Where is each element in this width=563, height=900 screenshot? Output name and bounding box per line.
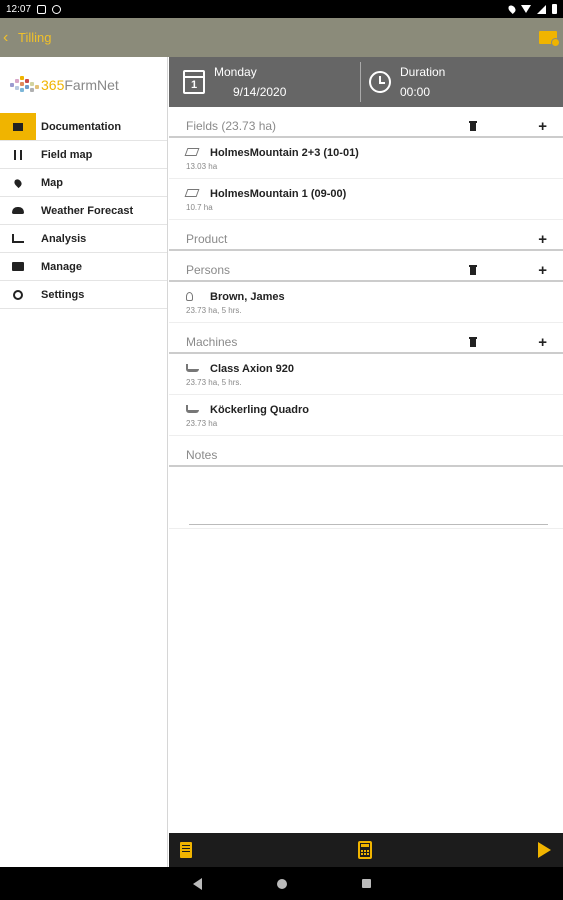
sidebar-item-map[interactable]: Map	[0, 169, 167, 197]
list-item[interactable]: Brown, James 23.73 ha, 5 hrs.	[169, 282, 563, 323]
delete-machines-icon[interactable]	[469, 337, 478, 347]
sidebar-item-label: Map	[41, 176, 63, 189]
add-product-icon[interactable]: +	[538, 232, 547, 247]
add-person-icon[interactable]: +	[538, 263, 547, 278]
persons-section-header: Persons +	[169, 251, 563, 282]
logo-mark-icon	[8, 74, 40, 96]
logo: 365FarmNet	[0, 57, 167, 113]
sidebar-item-label: Field map	[41, 148, 93, 161]
calendar-icon: 1	[183, 70, 205, 94]
notes-input[interactable]	[189, 523, 548, 525]
sync-icon	[52, 4, 62, 14]
sidebar-item-label: Documentation	[41, 120, 122, 133]
machine-name: Köckerling Quadro	[210, 404, 310, 416]
duration-value: 00:00	[400, 85, 431, 99]
sidebar: 365FarmNet Documentation Field map Map W…	[0, 57, 168, 867]
signal-icon	[537, 4, 546, 14]
app-title: Tilling	[18, 30, 52, 45]
app-bar: ‹ Tilling	[0, 18, 563, 57]
nav-home-icon[interactable]	[276, 878, 287, 889]
sidebar-item-documentation[interactable]: Documentation	[0, 113, 167, 141]
persons-title: Persons	[186, 263, 231, 277]
analysis-icon	[12, 234, 24, 243]
weather-icon	[12, 207, 24, 214]
person-summary: 23.73 ha, 5 hrs.	[186, 306, 242, 315]
status-bar: 12:07	[0, 0, 563, 18]
field-name: HolmesMountain 2+3 (10-01)	[210, 147, 359, 159]
person-icon	[186, 291, 193, 301]
sidebar-item-label: Weather Forecast	[41, 204, 134, 217]
documentation-panel: 1 Monday 9/14/2020 Duration 00:00 Fields…	[169, 57, 563, 833]
product-section-header: Product +	[169, 220, 563, 251]
day-label: Monday	[214, 65, 257, 79]
machines-section-header: Machines +	[169, 323, 563, 354]
notes-section-header: Notes	[169, 436, 563, 467]
notes-icon[interactable]	[180, 842, 192, 858]
list-item[interactable]: Köckerling Quadro 23.73 ha	[169, 395, 563, 436]
field-name: HolmesMountain 1 (09-00)	[210, 188, 347, 200]
duration-picker[interactable]: Duration 00:00	[361, 62, 445, 102]
machine-name: Class Axion 920	[210, 363, 294, 375]
duration-label: Duration	[400, 65, 446, 79]
notes-area	[169, 467, 563, 529]
clock-icon	[369, 71, 391, 93]
field-icon	[184, 189, 200, 197]
field-area: 10.7 ha	[186, 203, 213, 212]
date-duration-header: 1 Monday 9/14/2020 Duration 00:00	[169, 57, 563, 107]
product-title: Product	[186, 232, 228, 246]
person-name: Brown, James	[210, 291, 285, 303]
machine-summary: 23.73 ha	[186, 419, 218, 428]
logo-text-farmnet: FarmNet	[64, 77, 119, 93]
sidebar-item-label: Analysis	[41, 232, 87, 245]
add-field-icon[interactable]: +	[538, 119, 547, 134]
sidebar-item-field-map[interactable]: Field map	[0, 141, 167, 169]
delete-persons-icon[interactable]	[469, 265, 478, 275]
field-area: 13.03 ha	[186, 162, 218, 171]
play-icon[interactable]	[538, 842, 551, 858]
messages-icon[interactable]	[539, 31, 560, 47]
delete-fields-icon[interactable]	[469, 121, 478, 131]
sidebar-item-manage[interactable]: Manage	[0, 253, 167, 281]
logo-text-365: 365	[41, 77, 65, 93]
sidebar-item-label: Settings	[41, 288, 85, 301]
sidebar-item-label: Manage	[41, 260, 82, 273]
sidebar-item-settings[interactable]: Settings	[0, 281, 167, 309]
map-pin-icon	[12, 177, 24, 188]
date-value: 9/14/2020	[233, 85, 287, 99]
tractor-icon	[186, 405, 199, 413]
field-icon	[184, 148, 200, 156]
notes-title: Notes	[186, 448, 218, 462]
field-map-icon	[14, 149, 22, 160]
list-item[interactable]: HolmesMountain 2+3 (10-01) 13.03 ha	[169, 138, 563, 179]
list-item[interactable]: Class Axion 920 23.73 ha, 5 hrs.	[169, 354, 563, 395]
settings-icon	[13, 289, 23, 300]
date-picker[interactable]: 1 Monday 9/14/2020	[169, 62, 361, 102]
list-item[interactable]: HolmesMountain 1 (09-00) 10.7 ha	[169, 179, 563, 220]
bottom-action-bar	[169, 833, 563, 867]
fields-title: Fields (23.73 ha)	[186, 119, 277, 133]
folder-icon	[12, 262, 24, 271]
machine-summary: 23.73 ha, 5 hrs.	[186, 378, 242, 387]
sidebar-item-weather-forecast[interactable]: Weather Forecast	[0, 197, 167, 225]
calculator-icon[interactable]	[358, 841, 372, 859]
calendar-number: 1	[190, 79, 198, 91]
notification-icon	[37, 4, 47, 14]
tractor-icon	[186, 364, 199, 372]
sidebar-item-analysis[interactable]: Analysis	[0, 225, 167, 253]
machines-title: Machines	[186, 335, 238, 349]
location-icon	[507, 4, 517, 14]
status-time: 12:07	[6, 3, 32, 15]
back-button[interactable]: ‹	[0, 29, 16, 47]
fields-section-header: Fields (23.73 ha) +	[169, 107, 563, 138]
battery-icon	[552, 4, 557, 14]
nav-recents-icon[interactable]	[361, 879, 371, 888]
system-nav-bar	[0, 867, 563, 900]
wifi-icon	[521, 5, 531, 13]
add-machine-icon[interactable]: +	[538, 335, 547, 350]
documentation-icon	[13, 122, 23, 131]
nav-back-icon[interactable]	[192, 877, 202, 890]
